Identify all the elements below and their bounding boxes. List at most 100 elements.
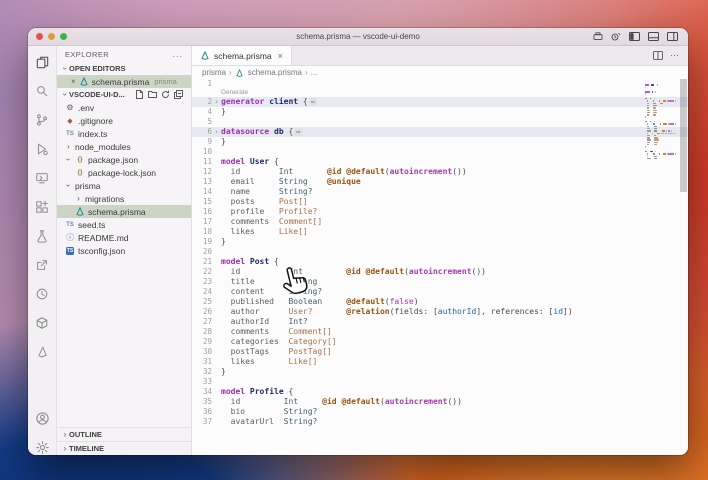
- code-line[interactable]: 35 id Int @id @default(autoincrement()): [192, 397, 688, 407]
- breadcrumb-item[interactable]: schema.prisma: [248, 68, 302, 77]
- tree-item-migrations[interactable]: ›migrations: [57, 192, 191, 205]
- code-line[interactable]: 2›generator client {⋯: [192, 97, 688, 107]
- tree-item-schema-prisma[interactable]: schema.prisma: [57, 205, 191, 218]
- timer-icon[interactable]: [611, 32, 621, 41]
- tree-item-prisma[interactable]: ›prisma: [57, 179, 191, 192]
- testing-icon[interactable]: [34, 228, 50, 244]
- refresh-icon[interactable]: [161, 90, 170, 99]
- tree-item-seed-ts[interactable]: TSseed.ts: [57, 218, 191, 231]
- tree-item-tsconfig-json[interactable]: TStsconfig.json: [57, 244, 191, 257]
- titlebar[interactable]: schema.prisma — vscode-ui-demo: [28, 28, 688, 46]
- code-line[interactable]: 24 content String?: [192, 287, 688, 297]
- more-actions-icon[interactable]: ⋯: [670, 50, 680, 61]
- remote-icon[interactable]: [34, 170, 50, 186]
- code-line[interactable]: 25 published Boolean @default(false): [192, 297, 688, 307]
- collapse-all-icon[interactable]: [174, 90, 183, 99]
- typescript-icon: TS: [65, 220, 75, 230]
- code-line[interactable]: 18 likes Like[]: [192, 227, 688, 237]
- git-icon: ◆: [65, 116, 75, 126]
- explorer-icon[interactable]: [34, 54, 50, 70]
- tab-bar: schema.prisma × ⋯: [192, 46, 688, 66]
- code-line[interactable]: 26 author User? @relation(fields: [autho…: [192, 307, 688, 317]
- code-line[interactable]: 17 comments Comment[]: [192, 217, 688, 227]
- editor-scrollbar[interactable]: [680, 79, 687, 192]
- minimize-window-button[interactable]: [48, 33, 55, 40]
- code-line[interactable]: 11model User {: [192, 157, 688, 167]
- code-line[interactable]: 14 name String?: [192, 187, 688, 197]
- close-window-button[interactable]: [36, 33, 43, 40]
- layout-sidebar-right-icon[interactable]: [667, 32, 678, 41]
- folded-code-ellipsis[interactable]: ⋯: [294, 128, 302, 136]
- code-line[interactable]: 21model Post {: [192, 257, 688, 267]
- code-line[interactable]: 10: [192, 147, 688, 157]
- code-line[interactable]: 27 authorId Int?: [192, 317, 688, 327]
- outline-panel-header[interactable]: › OUTLINE: [57, 427, 191, 441]
- share-icon[interactable]: [34, 257, 50, 273]
- breadcrumb-item[interactable]: ...: [311, 68, 318, 77]
- tree-item-package-json[interactable]: ›{}package.json: [57, 153, 191, 166]
- code-editor[interactable]: 1Generate2›generator client {⋯4}56›datas…: [192, 79, 688, 455]
- search-icon[interactable]: [34, 83, 50, 99]
- fold-chevron-icon[interactable]: ›: [212, 97, 221, 107]
- breadcrumb-item[interactable]: prisma: [202, 68, 226, 77]
- code-line[interactable]: 19}: [192, 237, 688, 247]
- explorer-more-actions-icon[interactable]: ...: [172, 49, 183, 59]
- settings-icon[interactable]: [34, 439, 50, 455]
- layout-panel-icon[interactable]: [648, 32, 659, 41]
- package-icon[interactable]: [34, 315, 50, 331]
- device-icon[interactable]: [593, 32, 603, 41]
- code-line[interactable]: 28 comments Comment[]: [192, 327, 688, 337]
- code-line[interactable]: 1: [192, 79, 688, 89]
- code-line[interactable]: 33: [192, 377, 688, 387]
- workspace-header[interactable]: › VSCODE-UI-D...: [57, 88, 191, 101]
- layout-sidebar-left-icon[interactable]: [629, 32, 640, 41]
- run-debug-icon[interactable]: [34, 141, 50, 157]
- tree-item-package-lock-json[interactable]: {}package-lock.json: [57, 166, 191, 179]
- code-line[interactable]: 23 title String: [192, 277, 688, 287]
- fold-chevron-icon[interactable]: ›: [212, 127, 221, 137]
- chevron-icon: ›: [65, 142, 72, 151]
- new-folder-icon[interactable]: [148, 90, 157, 99]
- codelens-generate[interactable]: Generate: [192, 89, 688, 97]
- code-line[interactable]: 37 avatarUrl String?: [192, 417, 688, 427]
- close-editor-icon[interactable]: ×: [71, 77, 76, 86]
- code-line[interactable]: 20: [192, 247, 688, 257]
- code-line[interactable]: 31 likes Like[]: [192, 357, 688, 367]
- timeline-panel-header[interactable]: › TIMELINE: [57, 441, 191, 455]
- split-editor-icon[interactable]: [653, 47, 663, 65]
- code-line[interactable]: 9}: [192, 137, 688, 147]
- code-line[interactable]: 6›datasource db {⋯: [192, 127, 688, 137]
- zoom-window-button[interactable]: [60, 33, 67, 40]
- minimap[interactable]: [645, 82, 677, 160]
- new-file-icon[interactable]: [135, 90, 144, 99]
- code-line[interactable]: 22 id Int @id @default(autoincrement()): [192, 267, 688, 277]
- tree-item-readme-md[interactable]: ⓘREADME.md: [57, 231, 191, 244]
- tree-item--gitignore[interactable]: ◆.gitignore: [57, 114, 191, 127]
- history-icon[interactable]: [34, 286, 50, 302]
- tree-item-index-ts[interactable]: TSindex.ts: [57, 127, 191, 140]
- code-line[interactable]: 36 bio String?: [192, 407, 688, 417]
- code-line[interactable]: 12 id Int @id @default(autoincrement()): [192, 167, 688, 177]
- code-line[interactable]: 16 profile Profile?: [192, 207, 688, 217]
- code-line[interactable]: 29 categories Category[]: [192, 337, 688, 347]
- code-line[interactable]: 34model Profile {: [192, 387, 688, 397]
- prisma-icon[interactable]: [34, 344, 50, 360]
- folded-code-ellipsis[interactable]: ⋯: [309, 98, 317, 106]
- close-tab-icon[interactable]: ×: [278, 51, 283, 61]
- source-control-icon[interactable]: [34, 112, 50, 128]
- open-editors-header[interactable]: › OPEN EDITORS: [57, 62, 191, 75]
- code-line[interactable]: 13 email String @unique: [192, 177, 688, 187]
- tree-item-node-modules[interactable]: ›node_modules: [57, 140, 191, 153]
- account-icon[interactable]: [34, 410, 50, 426]
- code-line[interactable]: 15 posts Post[]: [192, 197, 688, 207]
- tree-item--env[interactable]: ⚙.env: [57, 101, 191, 114]
- tab-schema-prisma[interactable]: schema.prisma ×: [192, 46, 292, 65]
- tree-item-label: prisma: [75, 181, 101, 191]
- code-line[interactable]: 4}: [192, 107, 688, 117]
- code-line[interactable]: 5: [192, 117, 688, 127]
- extensions-icon[interactable]: [34, 199, 50, 215]
- code-line[interactable]: 32}: [192, 367, 688, 377]
- open-editor-item[interactable]: × schema.prisma prisma: [57, 75, 191, 88]
- code-line[interactable]: 30 postTags PostTag[]: [192, 347, 688, 357]
- desktop-wallpaper: schema.prisma — vscode-ui-demo EXPLORER …: [0, 0, 708, 480]
